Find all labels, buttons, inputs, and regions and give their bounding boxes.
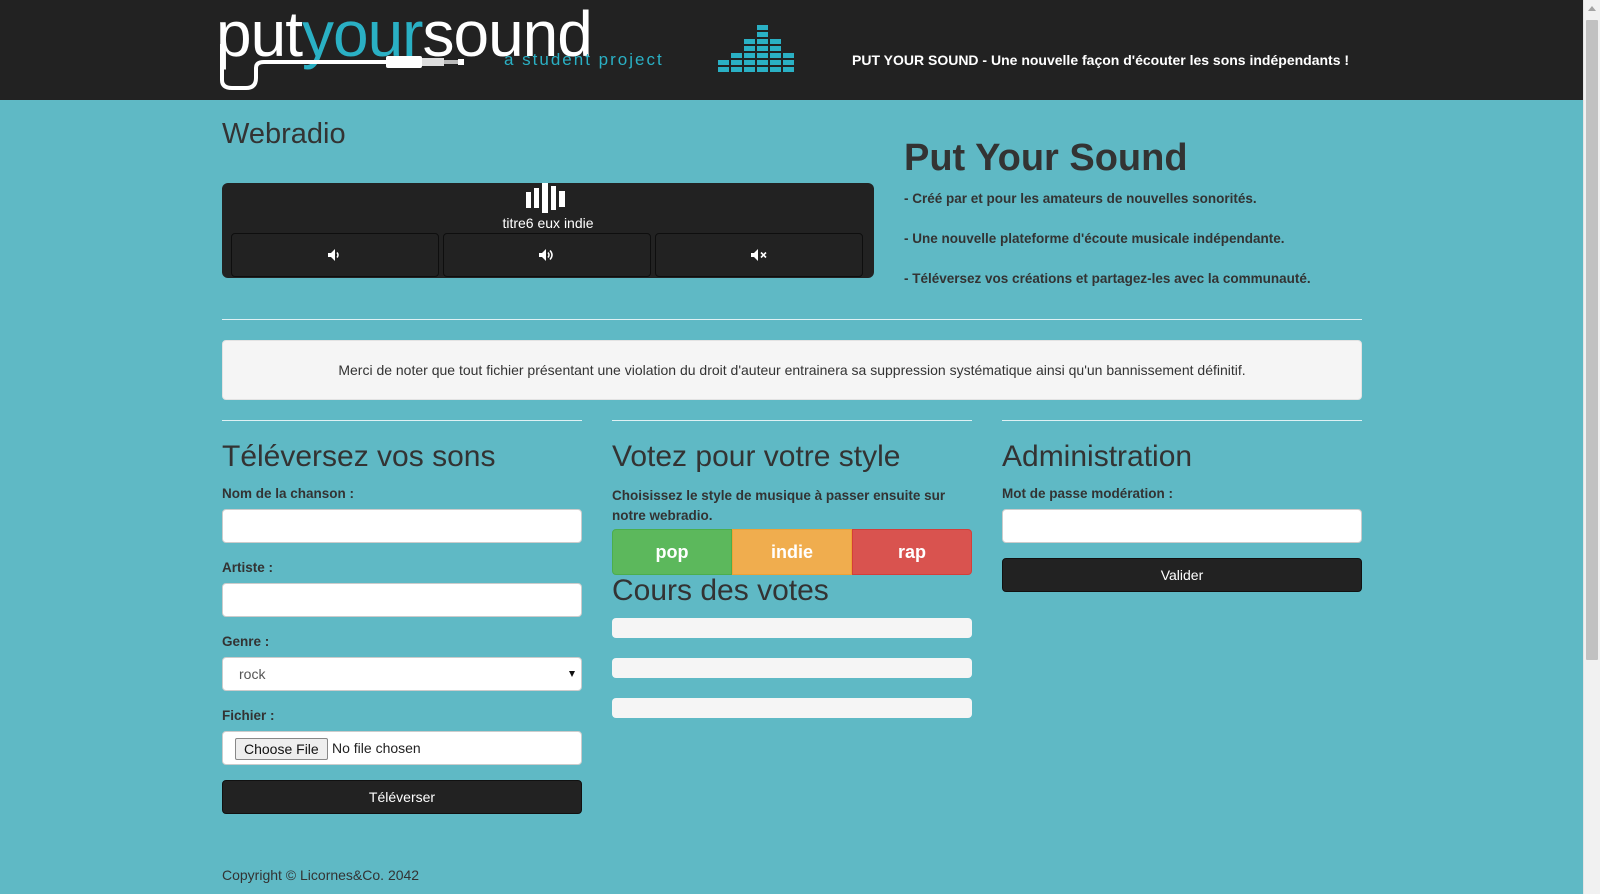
genre-label: Genre :	[222, 634, 270, 649]
audio-jack-icon	[220, 44, 464, 90]
vote-progress-rap	[612, 698, 972, 718]
site-tagline: PUT YOUR SOUND - Une nouvelle façon d'éc…	[852, 52, 1350, 68]
volume-down-icon	[328, 249, 339, 261]
about-title: Put Your Sound	[904, 137, 1188, 179]
song-name-input[interactable]	[222, 509, 582, 543]
equalizer-bar	[757, 32, 768, 37]
genre-selected-value: rock	[239, 666, 266, 682]
chevron-down-icon	[569, 671, 575, 677]
volume-mute-icon	[751, 249, 767, 261]
site-logo[interactable]: putyoursound a student project	[216, 0, 801, 92]
equalizer-bar	[757, 60, 768, 65]
equalizer-bar	[757, 46, 768, 51]
now-playing-title: titre6 eux indie	[502, 215, 594, 231]
password-label: Mot de passe modération :	[1002, 486, 1174, 501]
admin-submit-button[interactable]: Valider	[1002, 558, 1362, 592]
equalizer-bar	[770, 39, 781, 44]
file-label: Fichier :	[222, 708, 275, 723]
vote-title: Votez pour votre style	[612, 440, 901, 473]
vote-indie-button[interactable]: indie	[732, 529, 852, 575]
equalizer-icon	[718, 25, 794, 72]
footer-copyright: Copyright © Licornes&Co. 2042	[222, 867, 420, 883]
volume-mute-button[interactable]	[655, 233, 863, 277]
equalizer-bar	[770, 53, 781, 58]
about-line: - Téléversez vos créations et partagez-l…	[904, 271, 1311, 286]
equalizer-bar	[718, 60, 729, 65]
equalizer-bar	[783, 53, 794, 58]
equalizer-bar	[757, 25, 768, 30]
equalizer-bar	[731, 67, 742, 72]
webradio-player: titre6 eux indie	[222, 183, 874, 278]
volume-up-icon	[539, 249, 553, 261]
vote-pop-button[interactable]: pop	[612, 529, 732, 575]
equalizer-bar	[744, 46, 755, 51]
artist-input[interactable]	[222, 583, 582, 617]
equalizer-bar	[757, 39, 768, 44]
equalizer-bar	[757, 67, 768, 72]
divider	[222, 319, 1362, 320]
vote-progress-indie	[612, 658, 972, 678]
upload-submit-button[interactable]: Téléverser	[222, 780, 582, 814]
divider	[222, 420, 582, 421]
equalizer-bar	[757, 53, 768, 58]
equalizer-bar	[770, 60, 781, 65]
file-input[interactable]: Choose File No file chosen	[222, 731, 582, 765]
password-input[interactable]	[1002, 509, 1362, 543]
site-header: putyoursound a student project PUT YOUR …	[0, 0, 1583, 100]
equalizer-bar	[731, 53, 742, 58]
about-line: - Une nouvelle plateforme d'écoute music…	[904, 231, 1285, 246]
song-name-label: Nom de la chanson :	[222, 486, 355, 501]
divider	[1002, 420, 1362, 421]
equalizer-bar	[770, 67, 781, 72]
about-line: - Créé par et pour les amateurs de nouve…	[904, 191, 1257, 206]
artist-label: Artiste :	[222, 560, 274, 575]
scroll-up-arrow-icon[interactable]	[1588, 6, 1596, 11]
page-scrollbar[interactable]	[1583, 0, 1600, 894]
equalizer-bar	[744, 67, 755, 72]
equalizer-bar	[783, 67, 794, 72]
equalizer-bar	[731, 60, 742, 65]
file-status: No file chosen	[332, 740, 421, 756]
choose-file-button[interactable]: Choose File	[235, 738, 328, 760]
copyright-notice: Merci de noter que tout fichier présenta…	[222, 340, 1362, 400]
equalizer-bar	[744, 53, 755, 58]
webradio-title: Webradio	[222, 118, 346, 150]
equalizer-bar	[744, 39, 755, 44]
logo-subtitle: a student project	[504, 50, 664, 69]
audio-bars-icon	[526, 183, 565, 213]
divider	[612, 420, 972, 421]
admin-title: Administration	[1002, 440, 1193, 473]
equalizer-bar	[783, 60, 794, 65]
vote-progress-pop	[612, 618, 972, 638]
vote-results-title: Cours des votes	[612, 574, 829, 607]
vote-description: Choisissez le style de musique à passer …	[612, 488, 946, 523]
vote-rap-button[interactable]: rap	[852, 529, 972, 575]
equalizer-bar	[770, 46, 781, 51]
equalizer-bar	[744, 60, 755, 65]
genre-select[interactable]: rock	[222, 657, 582, 691]
volume-down-button[interactable]	[231, 233, 439, 277]
scroll-thumb[interactable]	[1586, 20, 1598, 660]
equalizer-bar	[718, 67, 729, 72]
volume-up-button[interactable]	[443, 233, 651, 277]
upload-title: Téléversez vos sons	[222, 440, 496, 473]
